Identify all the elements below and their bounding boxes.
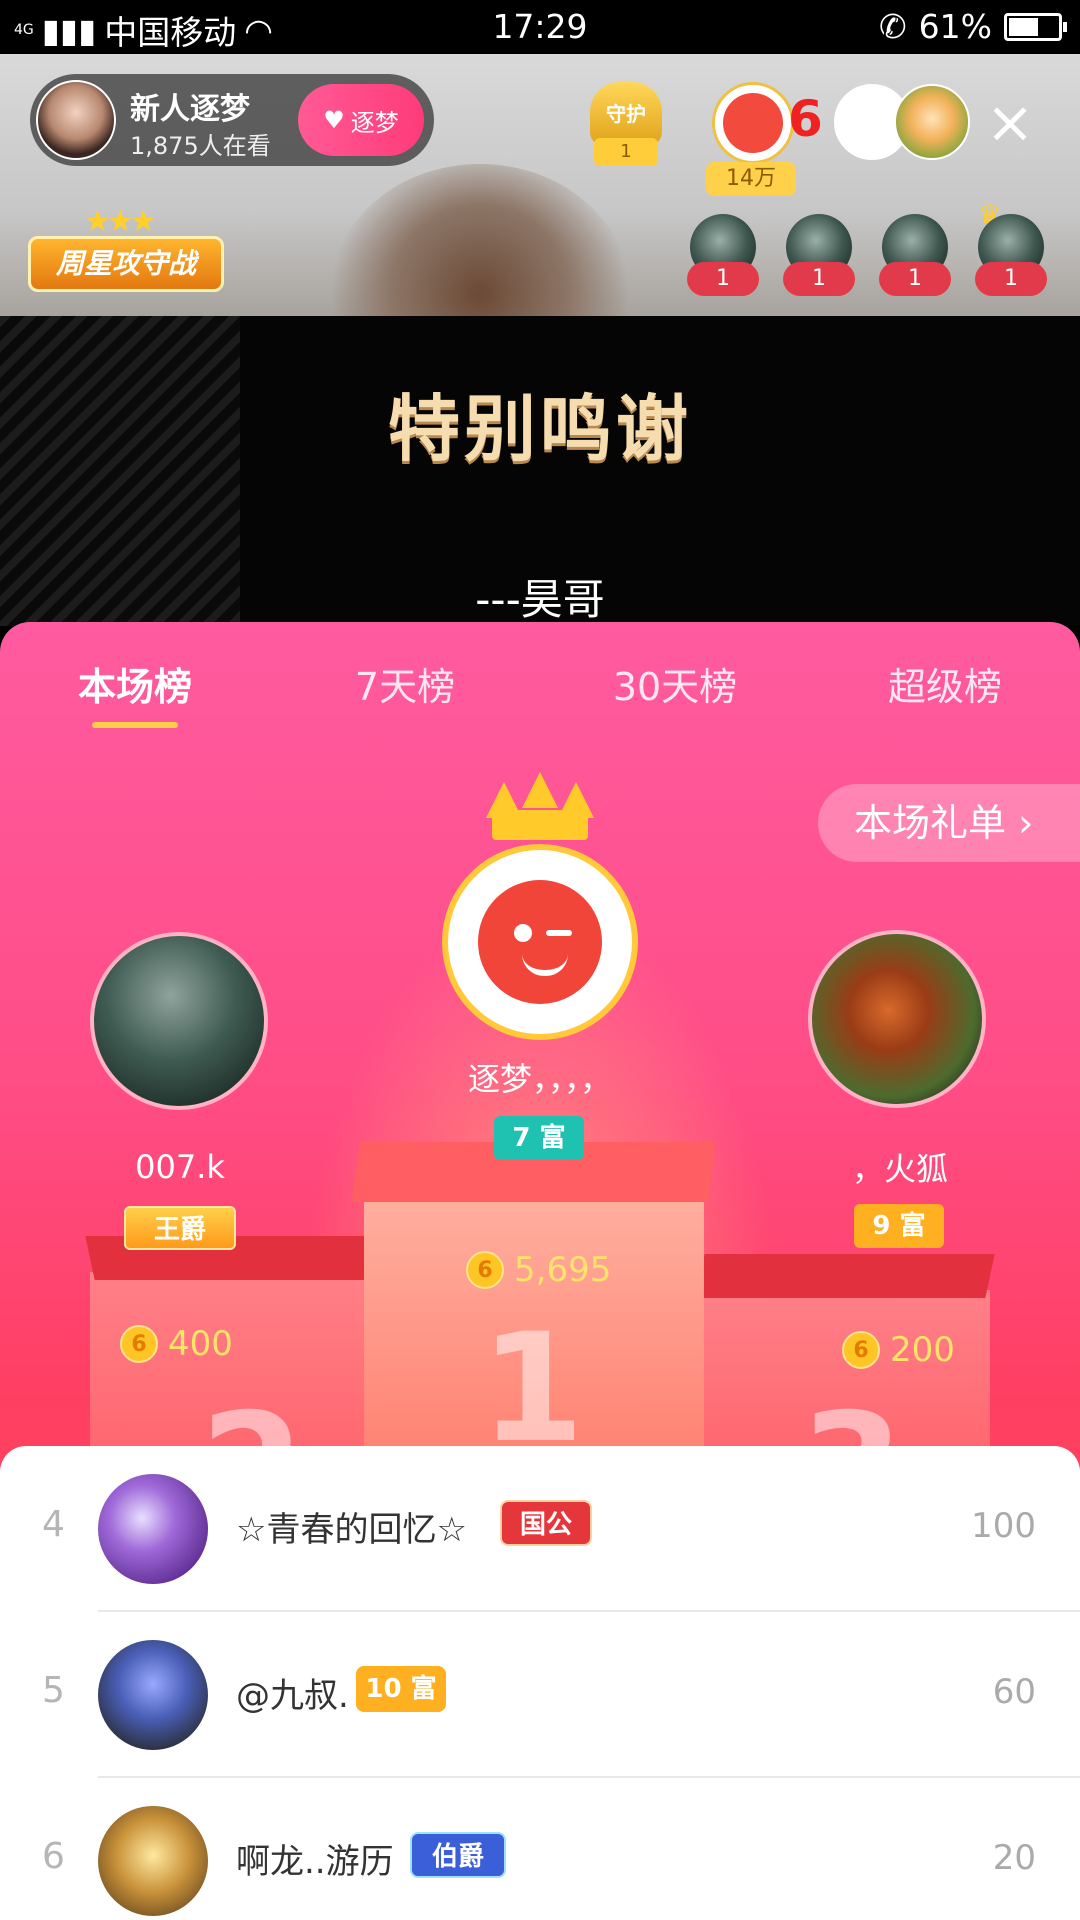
second-place-name: 007.k (135, 1148, 225, 1186)
crown-icon (484, 772, 596, 842)
list-rank: 5 (42, 1670, 65, 1711)
follow-button[interactable]: ♥ 逐梦 (298, 84, 424, 156)
call-hd-icon: ✆ (878, 7, 907, 46)
guard-count: 1 (594, 138, 658, 166)
third-place-avatar[interactable] (808, 930, 986, 1108)
weekly-badge-label: 周星攻守战 (28, 236, 224, 292)
second-place-amount: 6 400 (120, 1324, 233, 1364)
special-thanks-banner: 特别鸣谢 ---昊哥 (0, 316, 1080, 626)
wink-face-icon (478, 880, 602, 1004)
third-place-rich-badge: 9 富 (854, 1204, 944, 1248)
list-item[interactable]: 6 啊龙..游历 伯爵 20 (0, 1778, 1080, 1920)
contribution-amount: 14万 (706, 162, 796, 196)
guard-avatar-count: 1 (687, 262, 759, 296)
second-place-amount-value: 400 (168, 1324, 233, 1364)
host-info-pill[interactable]: 新人逐梦 1,875人在看 ♥ 逐梦 (30, 74, 434, 166)
list-item[interactable]: 5 @九叔. 10 富 60 (0, 1612, 1080, 1778)
list-score: 100 (971, 1506, 1036, 1546)
weekly-star-battle-badge[interactable]: ★★★ 周星攻守战 (28, 204, 224, 300)
first-place-rich-badge: 7 富 (494, 1116, 584, 1160)
tab-30-days[interactable]: 30天榜 (550, 656, 800, 711)
list-name: @九叔. (236, 1676, 349, 1716)
thanks-title: 特别鸣谢 (387, 387, 692, 471)
coin-icon: 6 (120, 1325, 158, 1363)
third-place-amount: 6 200 (842, 1330, 955, 1370)
six-logo-icon: 6 (788, 90, 823, 148)
third-place-amount-value: 200 (890, 1330, 955, 1370)
guard-avatar-count: 1 (879, 262, 951, 296)
video-background (330, 164, 630, 316)
live-room-header: 新人逐梦 1,875人在看 ♥ 逐梦 守护 1 14万 6 × ★★★ 周星攻守… (0, 54, 1080, 316)
list-item[interactable]: 4 ☆青春的回忆☆ 国公 100 (0, 1446, 1080, 1612)
list-score: 60 (992, 1672, 1036, 1712)
star-icon: ★★★ (84, 204, 157, 239)
status-bar: 4G ▮▮▮ 中国移动 ◠ 17:29 ✆ 61% (0, 0, 1080, 54)
guard-shield-icon: 守护 (590, 82, 662, 146)
thanks-signature: ---昊哥 (475, 575, 605, 624)
list-rank: 4 (42, 1504, 65, 1545)
ranking-list: 4 ☆青春的回忆☆ 国公 100 5 @九叔. 10 富 60 6 啊龙..游历… (0, 1446, 1080, 1920)
tab-this-session[interactable]: 本场榜 (10, 656, 260, 711)
list-noble-badge: 伯爵 (410, 1832, 506, 1878)
active-tab-indicator (92, 722, 178, 728)
first-place-amount-value: 5,695 (514, 1250, 612, 1290)
list-rank: 6 (42, 1836, 65, 1877)
list-avatar[interactable] (98, 1640, 208, 1750)
list-rich-badge: 10 富 (356, 1666, 446, 1712)
list-name: 啊龙..游历 (236, 1842, 394, 1882)
viewer-count: 1,875人在看 (130, 132, 271, 160)
first-place-name: 逐梦，，，， (467, 1060, 612, 1098)
guard-avatar-count: 1 (975, 262, 1047, 296)
follow-button-label: 逐梦 (350, 108, 399, 137)
host-avatar[interactable] (36, 80, 116, 160)
list-name: ☆青春的回忆☆ (236, 1510, 467, 1550)
third-place-name: ，火狐 (851, 1150, 948, 1188)
coin-icon: 6 (842, 1331, 880, 1369)
ranking-tabs: 本场榜 7天榜 30天榜 超级榜 (0, 656, 1080, 726)
gift-list-button[interactable]: 本场礼单 › (818, 784, 1080, 862)
viewer-avatar[interactable] (894, 84, 970, 160)
first-place-avatar[interactable] (442, 844, 638, 1040)
list-avatar[interactable] (98, 1474, 208, 1584)
battery-icon (1004, 12, 1067, 41)
battery-percent: 61% (918, 7, 992, 46)
second-place-avatar[interactable] (90, 932, 268, 1110)
guard-badge[interactable]: 守护 1 (584, 82, 668, 172)
first-place-amount: 6 5,695 (466, 1250, 611, 1290)
tab-super[interactable]: 超级榜 (820, 656, 1070, 711)
top-contributor-avatar[interactable] (712, 82, 794, 164)
guard-avatar-count: 1 (783, 262, 855, 296)
list-noble-badge: 国公 (500, 1500, 592, 1546)
heart-icon: ♥ (323, 106, 345, 134)
close-icon[interactable]: × (982, 93, 1038, 151)
coin-icon: 6 (466, 1251, 504, 1289)
second-place-noble-badge: 王爵 (124, 1206, 236, 1250)
tab-7-days[interactable]: 7天榜 (280, 656, 530, 711)
list-avatar[interactable] (98, 1806, 208, 1916)
host-name: 新人逐梦 (130, 92, 250, 127)
list-score: 20 (992, 1838, 1036, 1878)
